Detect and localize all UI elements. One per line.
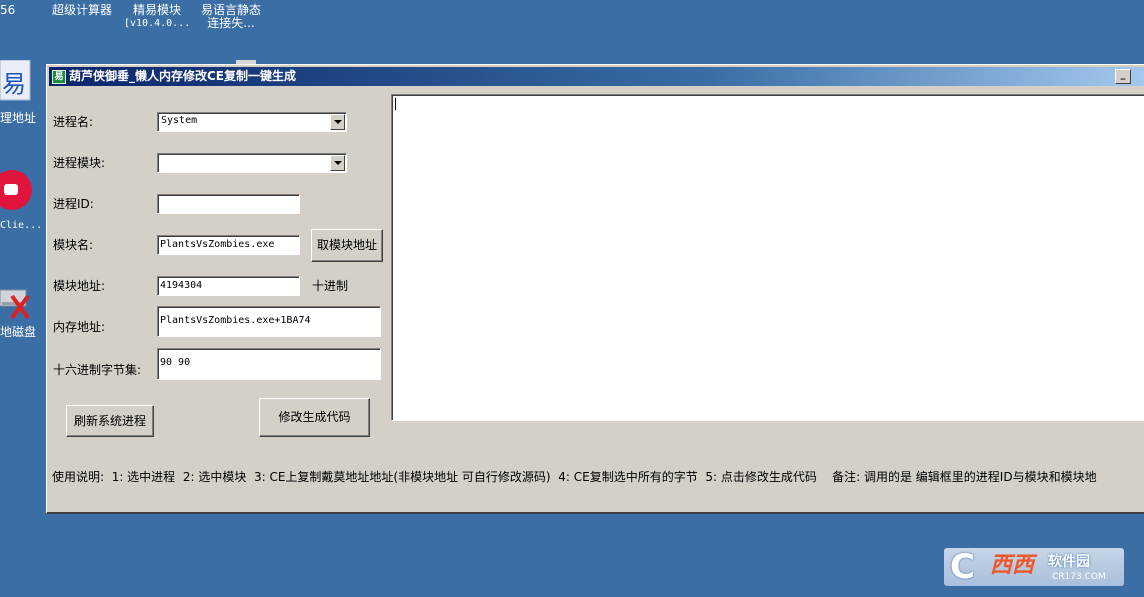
get-module-address-button[interactable]: 取模块地址: [311, 229, 383, 262]
cr173-watermark-logo: C 西西 软件园 CR173.COM: [944, 548, 1124, 586]
watermark-brand: 软件园: [1048, 554, 1090, 570]
desktop: 56 超级计算器 精易模块 [v10.4.0... 易语言静态 连接失... 易…: [0, 0, 1144, 597]
desktop-icon-yi-static[interactable]: 易语言静态 连接失...: [198, 4, 264, 30]
instruction-note: 备注: 调用的是 编辑框里的进程ID与模块和模块地: [832, 470, 1097, 484]
desktop-icon-label: Clie...: [0, 220, 43, 231]
minimize-button[interactable]: _: [1115, 69, 1131, 84]
window-titlebar[interactable]: 易 葫芦侠御垂_懒人内存修改CE复制一键生成 _: [49, 67, 1144, 86]
drive-delete-icon: [0, 289, 30, 320]
desktop-icon-label: 超级计算器: [52, 3, 113, 17]
watermark-c: C: [950, 547, 975, 587]
chevron-down-icon[interactable]: [330, 155, 345, 171]
memory-address-input[interactable]: PlantsVsZombies.exe+1BA74: [157, 306, 381, 337]
instruction-step-3: 3: CE上复制戴莫地址地址(非模块地址 可自行修改源码): [253, 470, 551, 484]
hex-bytes-input[interactable]: 90 90: [157, 348, 381, 380]
module-name-label: 模块名:: [53, 238, 94, 252]
desktop-fragment-label: 56: [0, 3, 16, 17]
process-name-label: 进程名:: [53, 115, 94, 129]
desktop-icon-sublabel: [v10.4.0...: [124, 18, 191, 29]
process-module-select[interactable]: [157, 153, 347, 173]
watermark-xixi: 西西: [990, 553, 1035, 578]
decimal-label: 十进制: [312, 279, 349, 293]
hex-bytes-label: 十六进制字节集:: [53, 363, 142, 377]
module-address-label: 模块地址:: [53, 279, 106, 293]
chevron-down-icon[interactable]: [330, 114, 345, 130]
watermark-domain: CR173.COM: [1052, 572, 1106, 582]
instruction-step-1: 1: 选中进程: [111, 470, 176, 484]
generated-code-textarea[interactable]: [391, 94, 1144, 421]
process-module-label: 进程模块:: [53, 156, 106, 170]
app-logo-icon: 易: [52, 69, 66, 84]
usage-instructions: 使用说明: 1: 选中进程 2: 选中模块 3: CE上复制戴莫地址地址(非模块…: [52, 468, 1097, 485]
svg-text:易: 易: [2, 70, 26, 98]
app-window: 易 葫芦侠御垂_懒人内存修改CE复制一键生成 _ 进程名: 进程模块: 进程ID…: [46, 64, 1144, 514]
instruction-step-4: 4: CE复制选中所有的字节: [558, 470, 698, 484]
memory-address-label: 内存地址:: [53, 320, 106, 334]
module-name-input[interactable]: PlantsVsZombies.exe: [157, 235, 300, 255]
desktop-icon-super-calculator[interactable]: 超级计算器: [52, 4, 112, 17]
desktop-icon-jingyi-module[interactable]: 精易模块 [v10.4.0...: [124, 4, 190, 30]
instructions-prefix: 使用说明:: [52, 470, 105, 484]
desktop-icon-label: 精易模块: [132, 3, 181, 17]
process-name-value: System: [161, 115, 198, 126]
text-caret: [395, 98, 396, 110]
instruction-step-2: 2: 选中模块: [182, 470, 247, 484]
instruction-step-5: 5: 点击修改生成代码: [705, 470, 817, 484]
process-id-label: 进程ID:: [53, 197, 94, 211]
generate-code-button[interactable]: 修改生成代码: [259, 398, 370, 437]
desktop-icon-label: 地磁盘: [0, 325, 37, 339]
window-title: 葫芦侠御垂_懒人内存修改CE复制一键生成: [69, 69, 297, 83]
red-fist-app-icon: [0, 170, 32, 210]
module-address-input[interactable]: 4194304: [157, 276, 300, 296]
refresh-processes-button[interactable]: 刷新系统进程: [66, 405, 154, 437]
process-id-input[interactable]: [157, 194, 300, 214]
process-name-select[interactable]: System: [157, 112, 347, 132]
desktop-icon-sublabel: 连接失...: [207, 16, 255, 30]
desktop-icon-label: 理地址: [0, 111, 37, 125]
yi-language-icon: 易: [0, 60, 31, 101]
